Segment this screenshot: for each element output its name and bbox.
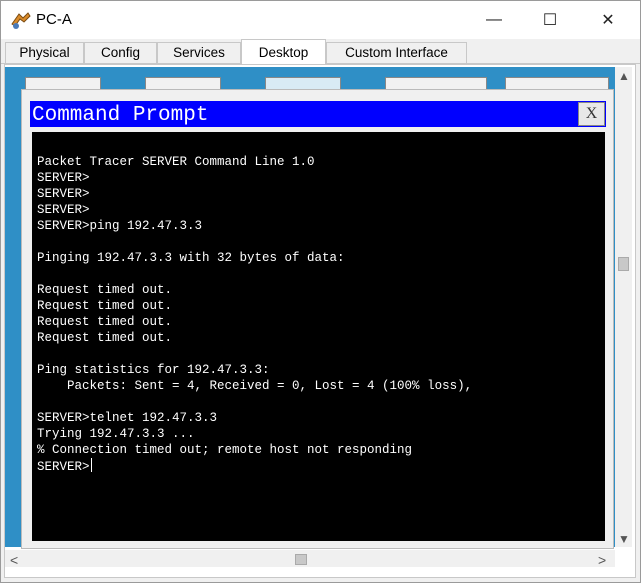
terminal-line: SERVER> xyxy=(37,203,90,217)
terminal-line: Request timed out. xyxy=(37,283,173,297)
app-window: PC-A — ☐ ✕ Physical Config Services Desk… xyxy=(0,0,641,583)
title-bar: PC-A — ☐ ✕ xyxy=(1,1,640,39)
terminal-line: % Connection timed out; remote host not … xyxy=(37,443,413,457)
tab-physical[interactable]: Physical xyxy=(5,42,84,63)
terminal-prompt: SERVER> xyxy=(37,460,90,474)
terminal-line: Request timed out. xyxy=(37,315,173,329)
terminal-line: Packets: Sent = 4, Received = 0, Lost = … xyxy=(37,379,473,393)
scroll-right-icon[interactable]: > xyxy=(598,552,606,568)
tab-desktop[interactable]: Desktop xyxy=(241,39,326,64)
maximize-button[interactable]: ☐ xyxy=(527,1,573,39)
terminal-line: Request timed out. xyxy=(37,331,173,345)
horizontal-scrollbar[interactable] xyxy=(5,550,615,567)
scroll-left-icon[interactable]: < xyxy=(10,552,18,568)
scroll-down-icon[interactable]: ▼ xyxy=(618,532,630,546)
command-prompt-close-button[interactable]: X xyxy=(578,102,605,126)
tab-config[interactable]: Config xyxy=(84,42,157,63)
terminal-line: Trying 192.47.3.3 ... xyxy=(37,427,195,441)
terminal-line: Pinging 192.47.3.3 with 32 bytes of data… xyxy=(37,251,345,265)
horizontal-scroll-thumb[interactable] xyxy=(295,554,307,565)
tab-services[interactable]: Services xyxy=(157,42,241,63)
terminal-line: Ping statistics for 192.47.3.3: xyxy=(37,363,270,377)
tab-bar: Physical Config Services Desktop Custom … xyxy=(1,39,640,64)
packet-tracer-app-icon xyxy=(10,10,32,30)
close-button[interactable]: ✕ xyxy=(585,1,631,39)
scroll-up-icon[interactable]: ▲ xyxy=(618,69,630,83)
terminal-line: SERVER> xyxy=(37,171,90,185)
vertical-scroll-thumb[interactable] xyxy=(618,257,629,271)
text-cursor xyxy=(90,458,92,472)
terminal-prompt-line[interactable]: SERVER> xyxy=(37,458,472,474)
window-title: PC-A xyxy=(36,11,72,28)
terminal-output[interactable]: Packet Tracer SERVER Command Line 1.0 SE… xyxy=(37,154,472,474)
terminal-line: Request timed out. xyxy=(37,299,173,313)
command-prompt-title: Command Prompt xyxy=(32,104,209,127)
tab-custom-interface[interactable]: Custom Interface xyxy=(326,42,467,63)
terminal-line: SERVER>ping 192.47.3.3 xyxy=(37,219,203,233)
terminal-line: SERVER>telnet 192.47.3.3 xyxy=(37,411,218,425)
terminal-line: Packet Tracer SERVER Command Line 1.0 xyxy=(37,155,315,169)
vertical-scrollbar[interactable] xyxy=(615,67,632,547)
minimize-button[interactable]: — xyxy=(471,1,517,39)
terminal-line: SERVER> xyxy=(37,187,90,201)
